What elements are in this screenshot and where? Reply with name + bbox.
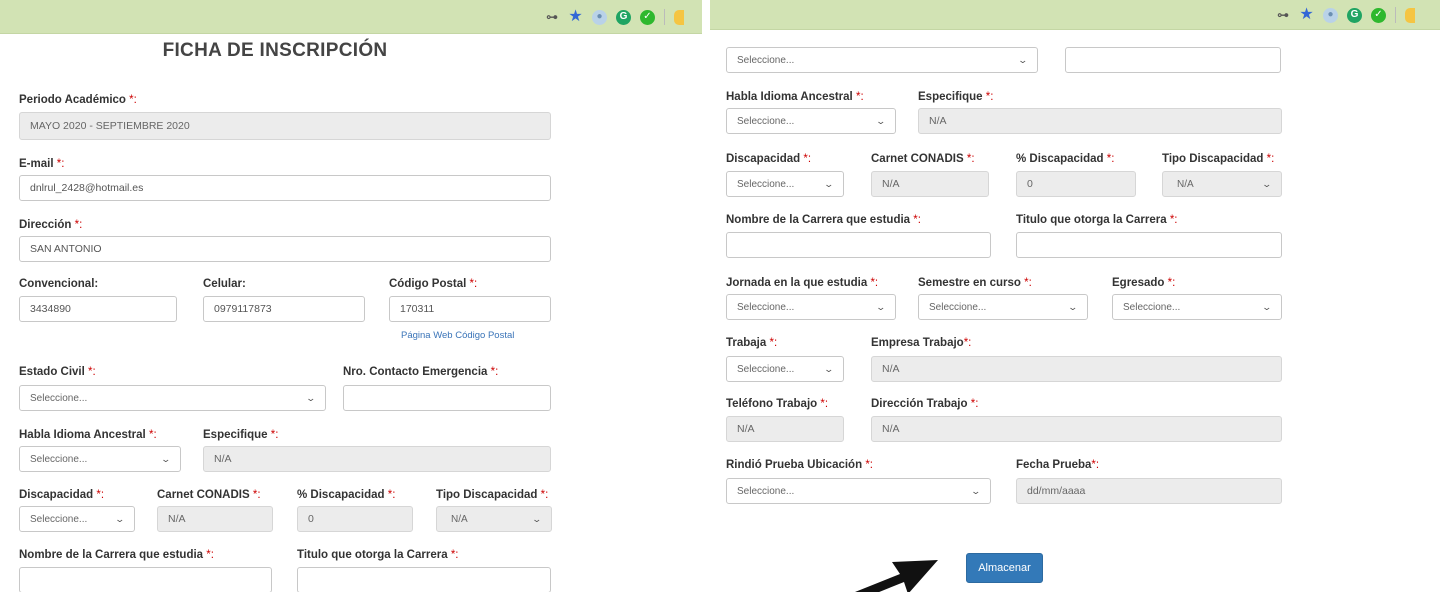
annotation-arrow [855, 560, 938, 592]
arrow-icon [855, 560, 938, 592]
